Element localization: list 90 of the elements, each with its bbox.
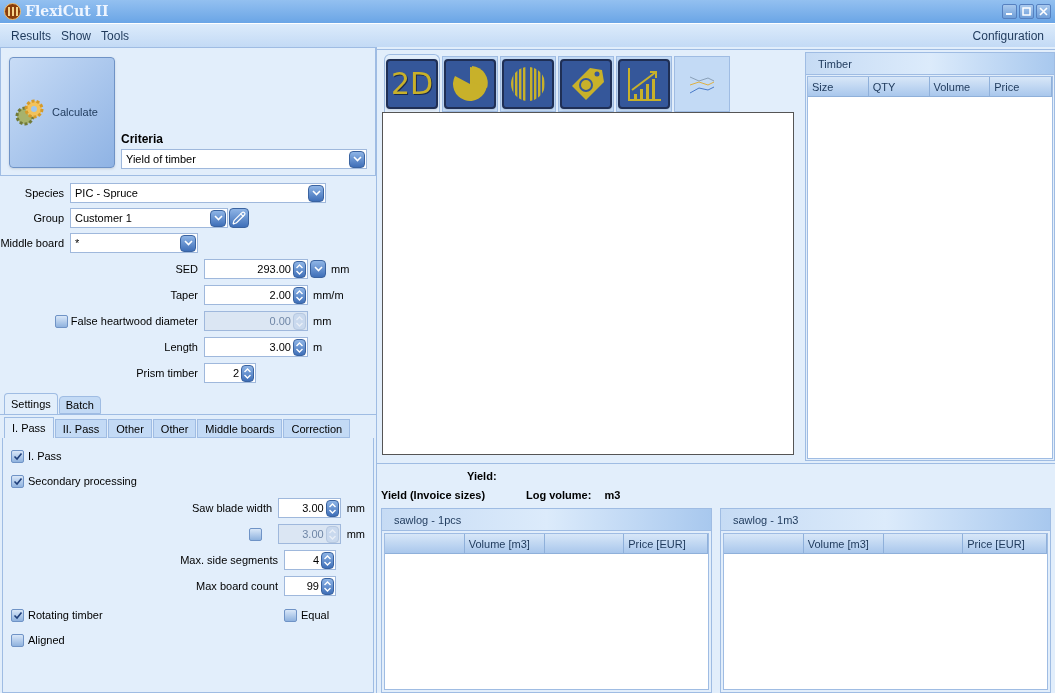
column-header[interactable]: Price [EUR] bbox=[624, 534, 708, 553]
calculate-button[interactable]: Calculate bbox=[9, 57, 115, 168]
unit-label: mm bbox=[346, 500, 365, 516]
checkbox-label: I. Pass bbox=[28, 448, 62, 464]
field-label: Max. side segments bbox=[180, 552, 278, 568]
tab[interactable]: Other bbox=[108, 419, 152, 438]
close-icon bbox=[1039, 7, 1048, 16]
edit-button[interactable] bbox=[229, 208, 249, 228]
spin-buttons-icon[interactable] bbox=[293, 286, 306, 304]
field-label: False heartwood diameter bbox=[70, 313, 198, 329]
field-label: Max board count bbox=[196, 578, 278, 594]
panel-header: Timber bbox=[806, 53, 1054, 75]
log-volume-label: Log volume: bbox=[526, 487, 592, 503]
maximize-button[interactable] bbox=[1019, 4, 1034, 19]
select-field[interactable]: * bbox=[70, 233, 198, 253]
tab[interactable]: Correction bbox=[283, 419, 351, 438]
field-label: Taper bbox=[170, 287, 198, 303]
field-label: Species bbox=[24, 185, 64, 201]
criteria-label: Criteria bbox=[121, 131, 165, 148]
view-tab[interactable] bbox=[558, 56, 614, 112]
column-header[interactable]: Volume [m3] bbox=[803, 534, 884, 553]
unit-label: m bbox=[313, 339, 323, 355]
column-header[interactable]: Price bbox=[990, 77, 1052, 96]
tab[interactable]: Other bbox=[152, 419, 197, 438]
column-header[interactable]: Price [EUR] bbox=[963, 534, 1047, 553]
view-tab[interactable] bbox=[616, 56, 672, 112]
criteria-dropdown[interactable]: Yield of timber bbox=[121, 149, 367, 169]
column-header[interactable]: QTY bbox=[868, 77, 930, 96]
checkbox-label: Rotating timber bbox=[28, 607, 103, 623]
maximize-icon bbox=[1022, 7, 1031, 16]
checkbox-label: Secondary processing bbox=[28, 473, 137, 489]
number-field[interactable]: 4 bbox=[284, 550, 336, 570]
checkbox[interactable] bbox=[11, 608, 24, 622]
checkbox-label: Aligned bbox=[28, 632, 65, 648]
column-header[interactable]: Volume bbox=[929, 77, 991, 96]
select-field[interactable]: Customer 1 bbox=[70, 208, 228, 228]
unit-label: mm bbox=[313, 313, 332, 329]
yield-label: Yield: bbox=[467, 470, 497, 482]
number-field[interactable]: 2 bbox=[204, 363, 256, 383]
spin-buttons-icon[interactable] bbox=[241, 364, 254, 382]
field-label: Middle board bbox=[0, 235, 64, 251]
checkbox[interactable] bbox=[11, 474, 24, 488]
spin-buttons-icon[interactable] bbox=[321, 577, 334, 595]
tab[interactable]: Middle boards bbox=[197, 419, 283, 438]
minimize-button[interactable] bbox=[1002, 4, 1017, 19]
checkbox[interactable] bbox=[11, 633, 24, 647]
checkbox[interactable] bbox=[11, 449, 24, 463]
menu-item[interactable]: Tools bbox=[96, 26, 135, 45]
tab[interactable]: Batch bbox=[58, 396, 101, 414]
view-tab[interactable] bbox=[500, 56, 556, 112]
field-label: Length bbox=[164, 339, 198, 355]
number-field[interactable]: 99 bbox=[284, 576, 336, 596]
spin-buttons-icon[interactable] bbox=[293, 260, 306, 278]
select-field[interactable]: PIC - Spruce bbox=[70, 183, 326, 203]
app-logo-icon bbox=[4, 3, 21, 20]
close-button[interactable] bbox=[1036, 4, 1051, 19]
unit-label: mm bbox=[331, 261, 350, 277]
spin-buttons-icon[interactable] bbox=[321, 551, 334, 569]
tab[interactable]: I. Pass bbox=[4, 417, 54, 438]
number-field[interactable]: 3.00 bbox=[204, 337, 308, 357]
panel-header: sawlog - 1m3 bbox=[721, 509, 1050, 531]
gears-icon bbox=[14, 97, 46, 128]
window-title: FlexiCut II bbox=[25, 2, 109, 21]
spin-buttons-icon[interactable] bbox=[293, 338, 306, 356]
tab[interactable]: Settings bbox=[4, 393, 58, 414]
panel-header: sawlog - 1pcs bbox=[382, 509, 711, 531]
number-field[interactable]: 3.00 bbox=[277, 498, 341, 518]
checkbox-label: Equal bbox=[301, 607, 330, 623]
field-label: Prism timber bbox=[136, 365, 198, 381]
field-label: Group bbox=[33, 210, 64, 226]
yield-label: Yield (Invoice sizes) bbox=[381, 487, 487, 503]
column-header[interactable]: Volume [m3] bbox=[464, 534, 545, 553]
bar-chart-icon bbox=[618, 59, 670, 109]
checkbox[interactable] bbox=[284, 608, 297, 622]
menu-item[interactable]: Results bbox=[6, 26, 56, 45]
tab[interactable]: II. Pass bbox=[54, 419, 108, 438]
spin-buttons-icon[interactable] bbox=[325, 499, 339, 517]
menu-item[interactable]: Configuration bbox=[967, 26, 1049, 45]
view-tab[interactable] bbox=[442, 56, 498, 112]
number-field[interactable]: 2.00 bbox=[204, 285, 308, 305]
column-header[interactable]: Size bbox=[808, 77, 869, 96]
menu-item[interactable]: Show bbox=[56, 26, 97, 45]
unit-label: mm/m bbox=[313, 287, 344, 303]
pie-chart-icon bbox=[444, 59, 496, 109]
log-volume-unit: m3 bbox=[604, 487, 621, 503]
number-field[interactable]: 293.00 bbox=[204, 259, 308, 279]
field-label: SED bbox=[175, 261, 198, 277]
field-label: Saw blade width bbox=[191, 500, 273, 516]
price-tag-icon bbox=[560, 59, 612, 109]
unit-label: mm bbox=[346, 526, 365, 542]
